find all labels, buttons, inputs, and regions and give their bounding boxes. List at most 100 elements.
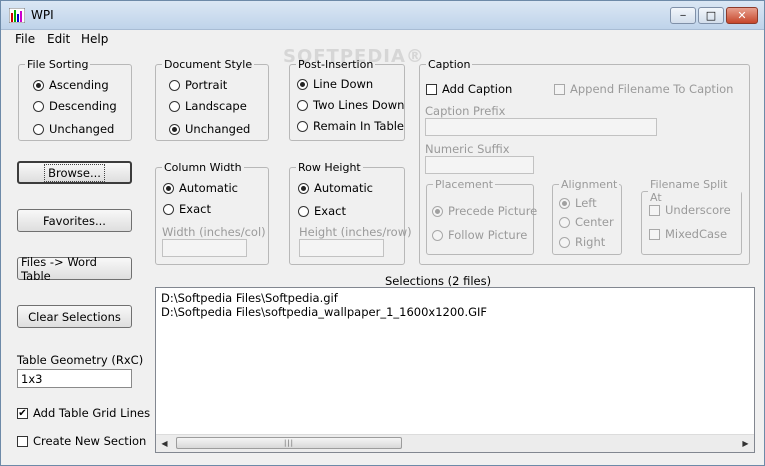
- radio-portrait[interactable]: Portrait: [169, 78, 227, 92]
- radio-label: Left: [575, 196, 597, 210]
- caption-legend: Caption: [428, 58, 471, 71]
- radio-button: [169, 79, 180, 91]
- favorites-button-label: Favorites...: [43, 213, 106, 228]
- radio-precede-picture[interactable]: Precede Picture: [432, 204, 537, 218]
- radio-button: [298, 205, 309, 217]
- radio-label: Center: [575, 215, 614, 229]
- radio-button: [432, 229, 443, 241]
- selections-listbox[interactable]: D:\Softpedia Files\Softpedia.gif D:\Soft…: [155, 287, 755, 453]
- checkbox: [554, 83, 565, 95]
- underscore-checkbox[interactable]: Underscore: [649, 203, 731, 217]
- checkbox-label: Underscore: [665, 203, 731, 217]
- alignment-legend: Alignment: [561, 178, 618, 191]
- mixedcase-checkbox[interactable]: MixedCase: [649, 227, 727, 241]
- radio-column-automatic[interactable]: Automatic: [163, 181, 238, 195]
- radio-label: Automatic: [179, 181, 238, 195]
- files-to-word-table-button[interactable]: Files -> Word Table: [17, 255, 132, 283]
- filename-split-legend: Filename Split At: [650, 178, 728, 204]
- radio-unchanged-sort[interactable]: Unchanged: [33, 122, 114, 136]
- app-window: WPI ‒ □ ✕ File Edit Help SOFTPEDIA® File…: [0, 0, 765, 466]
- radio-label: Ascending: [49, 78, 109, 92]
- scroll-left-icon[interactable]: ◀: [156, 435, 173, 452]
- grip-icon: |||: [283, 439, 295, 447]
- radio-follow-picture[interactable]: Follow Picture: [432, 228, 527, 242]
- column-width-field-label: Width (inches/col): [162, 225, 266, 239]
- radio-label: Unchanged: [49, 122, 115, 136]
- column-width-input[interactable]: [162, 239, 247, 257]
- radio-label: Landscape: [185, 99, 247, 113]
- check-icon: ✔: [18, 407, 27, 419]
- radio-column-exact[interactable]: Exact: [163, 202, 211, 216]
- files-to-word-table-label: Files -> Word Table: [21, 254, 97, 283]
- radio-align-left[interactable]: Left: [559, 196, 597, 210]
- browse-button-label: Browse...: [44, 163, 105, 182]
- checkbox-label: MixedCase: [665, 227, 728, 241]
- radio-align-center[interactable]: Center: [559, 215, 614, 229]
- maximize-button[interactable]: □: [698, 7, 724, 24]
- scroll-right-icon[interactable]: ▶: [737, 435, 754, 452]
- radio-button: [559, 197, 570, 209]
- radio-align-right[interactable]: Right: [559, 235, 605, 249]
- create-new-section-checkbox[interactable]: Create New Section: [17, 434, 146, 448]
- list-item[interactable]: D:\Softpedia Files\softpedia_wallpaper_1…: [161, 305, 487, 319]
- caption-prefix-label: Caption Prefix: [425, 104, 506, 118]
- checkbox: ✔: [17, 407, 28, 419]
- radio-descending[interactable]: Descending: [33, 99, 117, 113]
- radio-label: Two Lines Down: [313, 98, 405, 112]
- radio-line-down[interactable]: Line Down: [297, 77, 373, 91]
- checkbox-label: Add Caption: [442, 82, 513, 96]
- horizontal-scrollbar[interactable]: ◀ ||| ▶: [156, 434, 754, 452]
- title-bar[interactable]: WPI ‒ □ ✕: [1, 1, 764, 30]
- radio-ascending[interactable]: Ascending: [33, 78, 109, 92]
- close-icon: ✕: [737, 9, 747, 22]
- table-geometry-input[interactable]: 1x3: [17, 369, 132, 388]
- clear-selections-button[interactable]: Clear Selections: [17, 305, 132, 328]
- close-button[interactable]: ✕: [726, 7, 758, 24]
- document-style-legend: Document Style: [164, 58, 253, 71]
- selections-label: Selections (2 files): [385, 274, 492, 288]
- menu-bar: File Edit Help: [1, 30, 764, 48]
- radio-two-lines-down[interactable]: Two Lines Down: [297, 98, 404, 112]
- minimize-button[interactable]: ‒: [670, 7, 696, 24]
- table-geometry-label: Table Geometry (RxC): [17, 353, 144, 367]
- clear-selections-label: Clear Selections: [28, 309, 121, 324]
- radio-button: [33, 100, 44, 112]
- row-height-field-label: Height (inches/row): [299, 225, 412, 239]
- numeric-suffix-input[interactable]: [425, 156, 534, 174]
- radio-landscape[interactable]: Landscape: [169, 99, 247, 113]
- menu-file[interactable]: File: [15, 32, 35, 46]
- radio-button: [559, 216, 570, 228]
- radio-unchanged-style[interactable]: Unchanged: [169, 122, 250, 136]
- radio-button: [169, 123, 180, 135]
- radio-label: Remain In Table: [313, 119, 405, 133]
- window-title: WPI: [31, 8, 54, 22]
- list-item[interactable]: D:\Softpedia Files\Softpedia.gif: [161, 291, 338, 305]
- caption-prefix-input[interactable]: [425, 118, 657, 136]
- radio-button: [297, 120, 308, 132]
- checkbox: [649, 204, 660, 216]
- numeric-suffix-label: Numeric Suffix: [425, 142, 510, 156]
- minimize-icon: ‒: [679, 10, 687, 21]
- checkbox-label: Add Table Grid Lines: [33, 406, 151, 420]
- radio-label: Line Down: [313, 77, 374, 91]
- menu-edit[interactable]: Edit: [47, 32, 70, 46]
- row-height-input[interactable]: [299, 239, 384, 257]
- radio-label: Descending: [49, 99, 117, 113]
- checkbox: [426, 83, 437, 95]
- add-caption-checkbox[interactable]: Add Caption: [426, 82, 512, 96]
- radio-remain-in-table[interactable]: Remain In Table: [297, 119, 404, 133]
- radio-label: Exact: [314, 204, 346, 218]
- radio-row-exact[interactable]: Exact: [298, 204, 346, 218]
- add-grid-lines-checkbox[interactable]: ✔ Add Table Grid Lines: [17, 406, 150, 420]
- browse-button[interactable]: Browse...: [17, 161, 132, 184]
- radio-row-automatic[interactable]: Automatic: [298, 181, 373, 195]
- radio-button: [169, 100, 180, 112]
- placement-legend: Placement: [435, 178, 494, 191]
- scroll-thumb[interactable]: |||: [176, 437, 402, 449]
- menu-help[interactable]: Help: [81, 32, 108, 46]
- favorites-button[interactable]: Favorites...: [17, 209, 132, 232]
- append-filename-checkbox[interactable]: Append Filename To Caption: [554, 82, 733, 96]
- maximize-icon: □: [705, 9, 717, 22]
- radio-button: [33, 123, 44, 135]
- checkbox: [17, 435, 28, 447]
